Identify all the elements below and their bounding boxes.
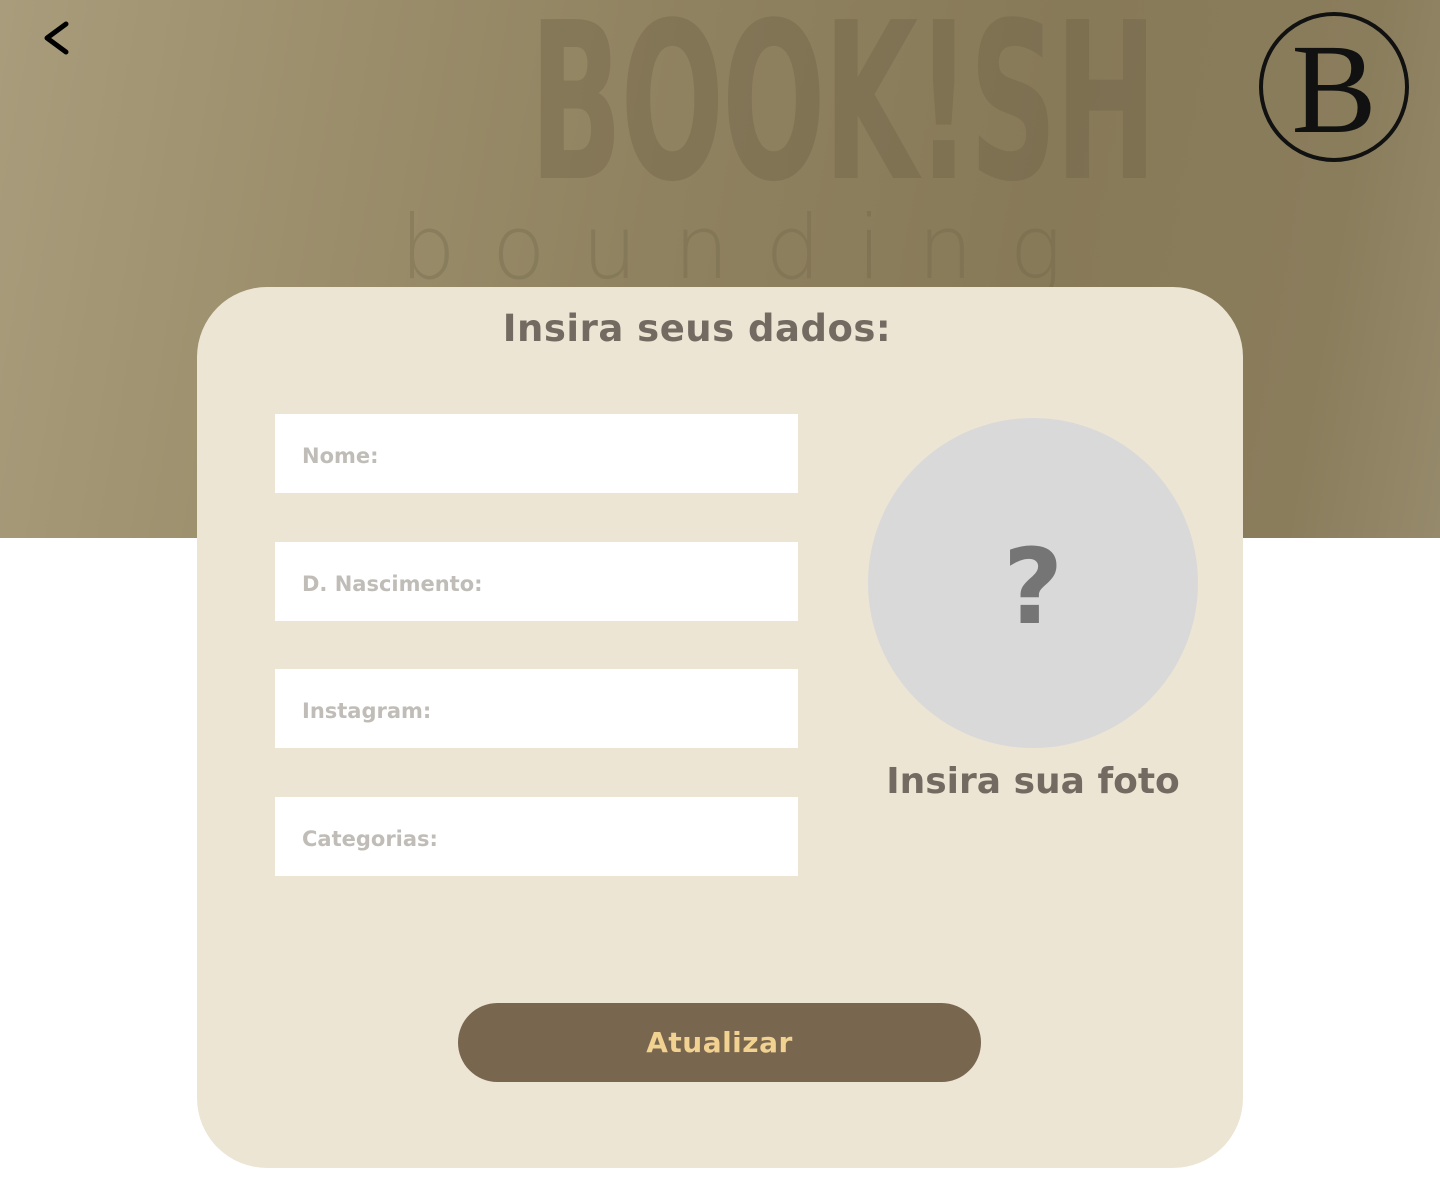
back-button[interactable] bbox=[34, 10, 78, 66]
name-input[interactable] bbox=[275, 414, 798, 493]
form-title: Insira seus dados: bbox=[502, 307, 892, 350]
photo-upload-button[interactable]: ? bbox=[868, 418, 1198, 748]
photo-upload-label: Insira sua foto bbox=[886, 761, 1180, 802]
categories-input[interactable] bbox=[275, 797, 798, 876]
question-mark-icon: ? bbox=[1002, 526, 1064, 648]
brand-subtitle: bounding bbox=[400, 196, 1099, 299]
chevron-left-icon bbox=[44, 21, 69, 55]
update-button[interactable]: Atualizar bbox=[458, 1003, 981, 1082]
birthdate-input[interactable] bbox=[275, 542, 798, 621]
brand-monogram-logo[interactable]: B bbox=[1259, 12, 1409, 162]
brand-wordmark: BOOK!SH bbox=[529, 0, 1158, 230]
monogram-letter: B bbox=[1291, 18, 1377, 160]
profile-form-card: Insira seus dados: ? Insira sua foto Atu… bbox=[197, 287, 1243, 1168]
instagram-input[interactable] bbox=[275, 669, 798, 748]
